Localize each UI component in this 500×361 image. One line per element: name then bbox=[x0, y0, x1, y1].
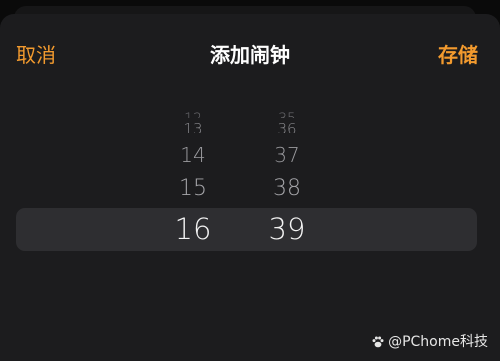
hour-option[interactable]: 13 bbox=[163, 118, 223, 133]
save-button[interactable]: 存储 bbox=[438, 42, 478, 68]
minute-option[interactable]: 38 bbox=[257, 175, 317, 203]
paw-icon bbox=[371, 335, 385, 349]
screen: 取消 添加闹钟 存储 12 13 14 15 16 35 36 37 38 39… bbox=[0, 0, 500, 361]
hour-option[interactable]: 14 bbox=[163, 142, 223, 168]
selected-minute[interactable]: 39 bbox=[257, 211, 317, 247]
selected-hour[interactable]: 16 bbox=[163, 211, 223, 247]
page-title: 添加闹钟 bbox=[210, 43, 290, 67]
minute-option[interactable]: 37 bbox=[257, 142, 317, 168]
picker-selection-band bbox=[16, 208, 477, 251]
watermark-text: @PChome科技 bbox=[388, 334, 488, 350]
hour-option[interactable]: 15 bbox=[163, 175, 223, 203]
watermark: @PChome科技 bbox=[371, 332, 488, 352]
minute-option[interactable]: 36 bbox=[257, 118, 317, 133]
